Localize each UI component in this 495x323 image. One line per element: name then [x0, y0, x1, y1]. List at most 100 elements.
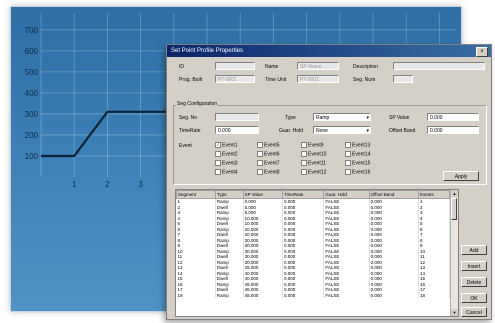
seg-count-label: Seg. Num — [353, 77, 376, 83]
name-label: Name — [265, 64, 279, 70]
apply-button[interactable]: Apply — [443, 171, 479, 181]
vertical-scrollbar[interactable]: ▲ ▼ — [450, 190, 458, 316]
scroll-down-icon[interactable]: ▼ — [451, 309, 458, 316]
event-checkbox[interactable]: Event13 — [345, 142, 370, 148]
table-header-row: Segment Type SP Value TimeRate Guar. Hold Off… — [176, 190, 451, 199]
y-tick-label: 700 — [25, 26, 39, 35]
events-label: Event — [179, 143, 192, 149]
event-checkbox[interactable]: Event14 — [345, 151, 370, 157]
event-label: Event6 — [264, 151, 280, 158]
event-label: Event14 — [352, 151, 371, 158]
event-checkbox[interactable]: Event5 — [257, 142, 280, 148]
event-label: Event12 — [308, 169, 327, 176]
y-tick-label: 300 — [25, 110, 39, 119]
sp-value-field[interactable]: 0.000 — [427, 113, 479, 121]
seg-no-label: Seg. No — [179, 115, 198, 121]
time-unit-field[interactable]: PT-0001 — [297, 75, 339, 83]
event-label: Event4 — [222, 169, 238, 176]
seg-config-title: Seg Configuration — [176, 101, 219, 107]
table-cell: 18 — [176, 292, 216, 298]
ok-button[interactable]: OK — [461, 293, 487, 303]
column-header[interactable]: Offset Band — [368, 190, 419, 199]
event-label: Event7 — [264, 160, 280, 167]
x-tick-label: 3 — [138, 180, 143, 189]
table-cell: Ramp — [215, 292, 244, 298]
event-label: Event10 — [308, 151, 327, 158]
first-name-field[interactable]: PT-0001 — [215, 75, 255, 83]
event-checkbox[interactable]: Event15 — [345, 160, 370, 166]
column-header[interactable]: Segment — [176, 190, 216, 199]
sp-value-label: SP Value — [389, 115, 410, 121]
time-rate-field[interactable]: 0.000 — [215, 126, 259, 134]
time-rate-label: TimeRate — [179, 128, 201, 134]
checkbox-box — [215, 169, 221, 175]
event-label: Event15 — [352, 160, 371, 167]
event-checkbox[interactable]: Event11 — [301, 160, 326, 166]
offset-band-label: Offset Band — [389, 128, 416, 134]
y-tick-label: 400 — [25, 89, 39, 98]
event-label: Event5 — [264, 142, 280, 149]
event-label: Event2 — [222, 151, 238, 158]
event-checkbox[interactable]: Event10 — [301, 151, 326, 157]
name-field[interactable]: SP-Name — [297, 62, 339, 70]
id-field[interactable] — [215, 62, 255, 70]
guar-soak-select[interactable]: None — [313, 126, 371, 134]
checkbox-box — [301, 169, 307, 175]
insert-button[interactable]: Insert — [461, 261, 487, 271]
table-cell: 45.000 — [243, 292, 284, 298]
table-row[interactable]: 18 Ramp 45.000 0.000 FALSE 0.000 18 — [176, 292, 451, 298]
close-button[interactable]: × — [476, 47, 488, 57]
x-tick-label: 1 — [72, 180, 77, 189]
event-checkbox[interactable]: Event4 — [215, 169, 238, 175]
cancel-button[interactable]: Cancel — [461, 307, 487, 317]
column-header[interactable]: Guar. Hold — [323, 190, 370, 199]
dialog-title: Set Point Profile Properties — [171, 48, 244, 54]
checkbox-box — [345, 160, 351, 166]
table-cell: 0.000 — [369, 292, 419, 298]
dialog-titlebar[interactable]: Set Point Profile Properties × — [167, 45, 491, 57]
delete-button[interactable]: Delete — [461, 277, 487, 287]
first-name-label: Prog. Built — [179, 77, 203, 83]
seg-count-field[interactable] — [393, 75, 413, 83]
seg-no-field[interactable] — [215, 113, 259, 121]
column-header[interactable]: SP Value — [242, 190, 284, 199]
event-checkbox[interactable]: Event16 — [345, 169, 370, 175]
table-cell: FALSE — [323, 292, 370, 298]
setpoint-profile-dialog: Set Point Profile Properties × ID Name S… — [166, 44, 492, 320]
checkbox-box — [345, 151, 351, 157]
event-checkbox[interactable]: Event8 — [257, 169, 280, 175]
event-checkbox[interactable]: Event2 — [215, 151, 238, 157]
event-checkbox[interactable]: Event3 — [215, 160, 238, 166]
x-tick-label: 2 — [105, 180, 110, 189]
column-header[interactable]: Events — [417, 190, 451, 199]
add-button[interactable]: Add — [461, 245, 487, 255]
segment-table[interactable]: Segment Type SP Value TimeRate Guar. Hold Off… — [175, 189, 459, 317]
checkbox-box — [345, 169, 351, 175]
y-tick-label: 500 — [25, 68, 39, 77]
checkbox-box — [257, 151, 263, 157]
scroll-thumb[interactable] — [451, 198, 457, 220]
checkbox-box — [257, 142, 263, 148]
scroll-up-icon[interactable]: ▲ — [451, 190, 458, 197]
checkbox-box: ✓ — [215, 142, 221, 148]
description-label: Description — [353, 64, 379, 70]
y-tick-label: 200 — [25, 131, 39, 140]
event-checkbox[interactable]: Event9 — [301, 142, 324, 148]
event-checkbox[interactable]: Event6 — [257, 151, 280, 157]
offset-band-field[interactable]: 0.000 — [427, 126, 479, 134]
checkbox-box — [257, 160, 263, 166]
column-header[interactable]: TimeRate — [282, 190, 325, 199]
checkbox-box — [257, 169, 263, 175]
event-label: Event16 — [352, 169, 371, 176]
event-checkbox[interactable]: Event12 — [301, 169, 326, 175]
segment-grid: Segment Type SP Value TimeRate Guar. Hold Off… — [176, 190, 451, 298]
checkbox-box — [301, 151, 307, 157]
event-checkbox[interactable]: ✓ Event1 — [215, 142, 238, 148]
type-select[interactable]: Ramp — [313, 113, 371, 121]
event-checkbox[interactable]: Event7 — [257, 160, 280, 166]
event-label: Event1 — [222, 142, 238, 149]
table-body: 1 Ramp 0.000 0.000 FALSE 0.000 1 2 Dwell 5.000 0.0… — [176, 198, 451, 298]
type-label: Type — [285, 115, 296, 121]
column-header[interactable]: Type — [214, 190, 244, 199]
description-field[interactable] — [393, 62, 485, 70]
